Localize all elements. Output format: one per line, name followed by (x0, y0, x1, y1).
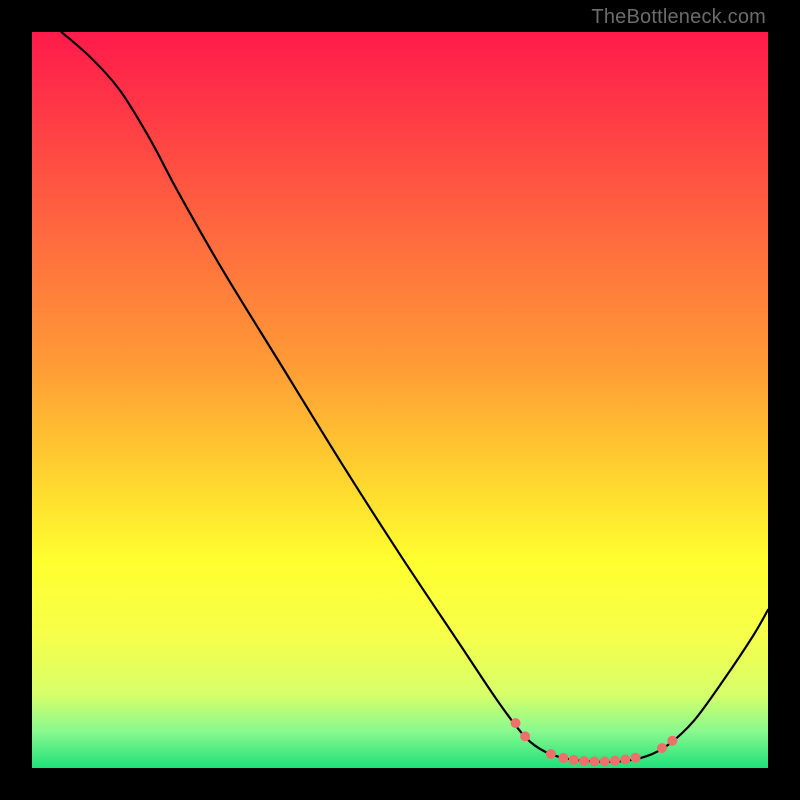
valley-marker (558, 753, 568, 763)
valley-marker (546, 749, 556, 759)
valley-marker (667, 736, 677, 746)
valley-marker (657, 743, 667, 753)
valley-marker (511, 718, 521, 728)
valley-marker (569, 755, 579, 765)
gradient-background (32, 32, 768, 768)
valley-marker (631, 753, 641, 763)
valley-marker (610, 756, 620, 766)
attribution-text: TheBottleneck.com (591, 6, 766, 29)
valley-marker (589, 756, 599, 766)
valley-marker (620, 755, 630, 765)
valley-marker (520, 731, 530, 741)
chart-frame (32, 32, 768, 768)
bottleneck-chart (32, 32, 768, 768)
valley-marker (600, 756, 610, 766)
valley-marker (579, 756, 589, 766)
